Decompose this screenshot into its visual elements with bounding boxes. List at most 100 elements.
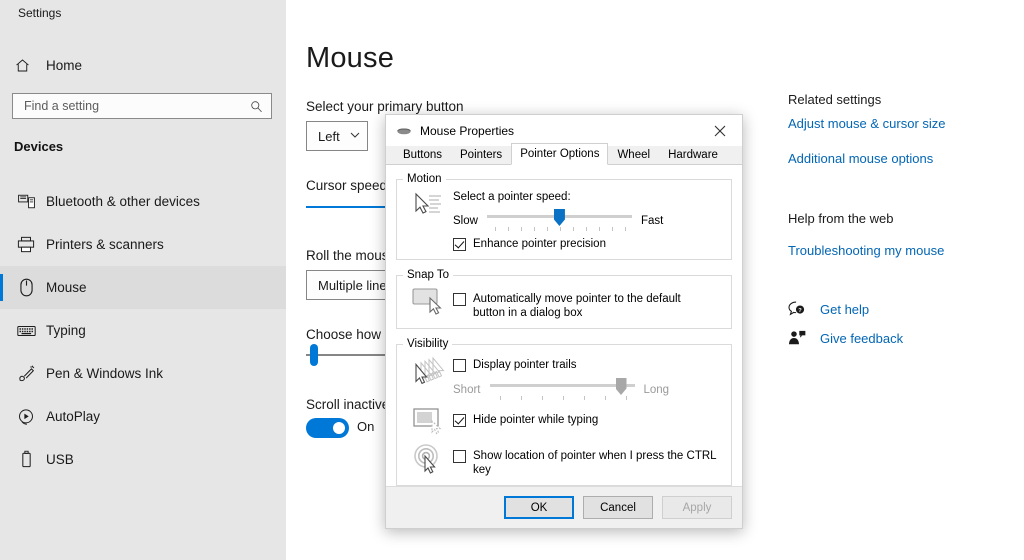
checkbox-box [453, 414, 466, 427]
slider-tick [559, 227, 561, 231]
slider-tick [507, 227, 509, 231]
mouse-properties-dialog: Mouse Properties Buttons Pointers Pointe… [385, 114, 743, 529]
lines-to-scroll-thumb[interactable] [310, 344, 318, 366]
pointer-speed-caption: Select a pointer speed: [453, 191, 571, 203]
tab-pointers[interactable]: Pointers [451, 145, 511, 164]
apply-button[interactable]: Apply [662, 496, 732, 519]
search-box[interactable] [12, 93, 272, 119]
snap-to-button-icon [405, 287, 453, 320]
scroll-inactive-label: Scroll inactive [306, 397, 390, 412]
search-input[interactable] [22, 98, 240, 114]
slider-tick [583, 396, 585, 400]
trails-long-label: Long [643, 384, 670, 396]
motion-group: Motion Select a pointer speed: Slow Fast… [396, 173, 732, 260]
auto-move-pointer-checkbox[interactable]: Automatically move pointer to the defaul… [453, 292, 723, 320]
sidebar-item-typing[interactable]: Typing [0, 309, 286, 352]
dialog-title: Mouse Properties [420, 123, 515, 138]
link-additional-mouse-options[interactable]: Additional mouse options [788, 151, 933, 166]
sidebar-item-label: Mouse [46, 280, 87, 295]
slider-tick [585, 227, 587, 231]
checkbox-box [453, 359, 466, 372]
trails-short-label: Short [453, 384, 481, 396]
visibility-legend: Visibility [407, 338, 449, 350]
feedback-person-icon [788, 330, 810, 346]
sidebar-item-label: Printers & scanners [46, 237, 164, 252]
sidebar-item-bluetooth[interactable]: Bluetooth & other devices [0, 180, 286, 223]
hide-pointer-typing-icon [405, 407, 453, 437]
help-question-icon: ? [788, 301, 810, 317]
sidebar-item-pen[interactable]: Pen & Windows Ink [0, 352, 286, 395]
pen-icon [14, 363, 38, 385]
sidebar-item-label: Pen & Windows Ink [46, 366, 164, 381]
show-pointer-location-checkbox[interactable]: Show location of pointer when I press th… [453, 449, 723, 477]
sidebar-item-autoplay[interactable]: AutoPlay [0, 395, 286, 438]
related-settings-rail: Related settings Adjust mouse & cursor s… [788, 0, 1024, 560]
show-pointer-location-label: Show location of pointer when I press th… [473, 450, 717, 476]
checkbox-box [453, 238, 466, 251]
search-icon [250, 100, 263, 113]
motion-legend: Motion [407, 173, 442, 185]
pointer-trails-icon [405, 356, 453, 403]
slow-label: Slow [453, 215, 478, 227]
primary-button-value: Left [318, 128, 340, 144]
slider-tick [520, 396, 522, 400]
scroll-inactive-toggle[interactable] [306, 418, 349, 438]
sidebar-item-home[interactable]: Home [0, 50, 286, 80]
scroll-wheel-value: Multiple line [318, 277, 387, 293]
slider-tick [625, 396, 627, 400]
primary-button-label: Select your primary button [306, 99, 464, 114]
link-troubleshooting-my-mouse[interactable]: Troubleshooting my mouse [788, 243, 944, 258]
pointer-trails-thumb[interactable] [615, 378, 627, 395]
tab-buttons[interactable]: Buttons [394, 145, 451, 164]
pointer-trails-slider[interactable] [489, 377, 635, 403]
sidebar-item-printers[interactable]: Printers & scanners [0, 223, 286, 266]
scroll-wheel-label: Roll the mous [306, 248, 389, 263]
give-feedback-action[interactable]: Give feedback [788, 330, 903, 346]
slider-track [489, 384, 635, 387]
fast-label: Fast [640, 215, 664, 227]
give-feedback-label: Give feedback [820, 330, 904, 346]
slider-tick [546, 227, 548, 231]
get-help-action[interactable]: ? Get help [788, 301, 869, 317]
sidebar-item-label: AutoPlay [46, 409, 101, 424]
dialog-tabs: Buttons Pointers Pointer Options Wheel H… [386, 143, 742, 165]
app-title: Settings [18, 6, 62, 20]
slider-tick [520, 227, 522, 231]
enhance-pointer-precision-checkbox[interactable]: Enhance pointer precision [453, 237, 723, 251]
pointer-options-panel: Motion Select a pointer speed: Slow Fast… [386, 165, 742, 486]
bluetooth-devices-icon [14, 191, 38, 213]
sidebar-item-usb[interactable]: USB [0, 438, 286, 481]
pointer-speed-slider[interactable] [486, 208, 632, 234]
help-from-web-heading: Help from the web [788, 211, 894, 226]
dialog-title-bar[interactable]: Mouse Properties [386, 115, 742, 146]
cancel-button[interactable]: Cancel [583, 496, 653, 519]
display-pointer-trails-checkbox[interactable]: Display pointer trails [453, 358, 723, 372]
enhance-pointer-precision-label: Enhance pointer precision [473, 238, 606, 250]
page-title: Mouse [306, 42, 395, 74]
pointer-speed-thumb[interactable] [553, 209, 565, 226]
autoplay-icon [14, 406, 38, 428]
dialog-close-button[interactable] [697, 115, 742, 146]
sidebar-item-mouse[interactable]: Mouse [0, 266, 286, 309]
sidebar-item-label: USB [46, 452, 74, 467]
tab-hardware[interactable]: Hardware [659, 145, 727, 164]
checkbox-box [453, 450, 466, 463]
link-adjust-mouse-cursor-size[interactable]: Adjust mouse & cursor size [788, 116, 946, 131]
pointer-trails-slider-row: Short Long [453, 377, 723, 403]
auto-move-pointer-label: Automatically move pointer to the defaul… [473, 293, 681, 319]
printer-icon [14, 234, 38, 256]
tab-pointer-options[interactable]: Pointer Options [511, 143, 609, 165]
primary-button-select[interactable]: Left [306, 121, 368, 151]
ok-button[interactable]: OK [504, 496, 574, 519]
slider-tick [533, 227, 535, 231]
pointer-speed-icon [405, 191, 453, 251]
slider-tick [604, 396, 606, 400]
sidebar-group-title: Devices [14, 139, 64, 154]
pointer-speed-slider-row: Slow Fast [453, 208, 723, 234]
sidebar-nav: Bluetooth & other devices Printers & sca… [0, 180, 286, 481]
chevron-down-icon [340, 131, 360, 141]
sidebar-item-home-label: Home [46, 57, 83, 73]
hide-pointer-typing-checkbox[interactable]: Hide pointer while typing [453, 413, 723, 427]
slider-tick [494, 227, 496, 231]
tab-wheel[interactable]: Wheel [608, 145, 659, 164]
